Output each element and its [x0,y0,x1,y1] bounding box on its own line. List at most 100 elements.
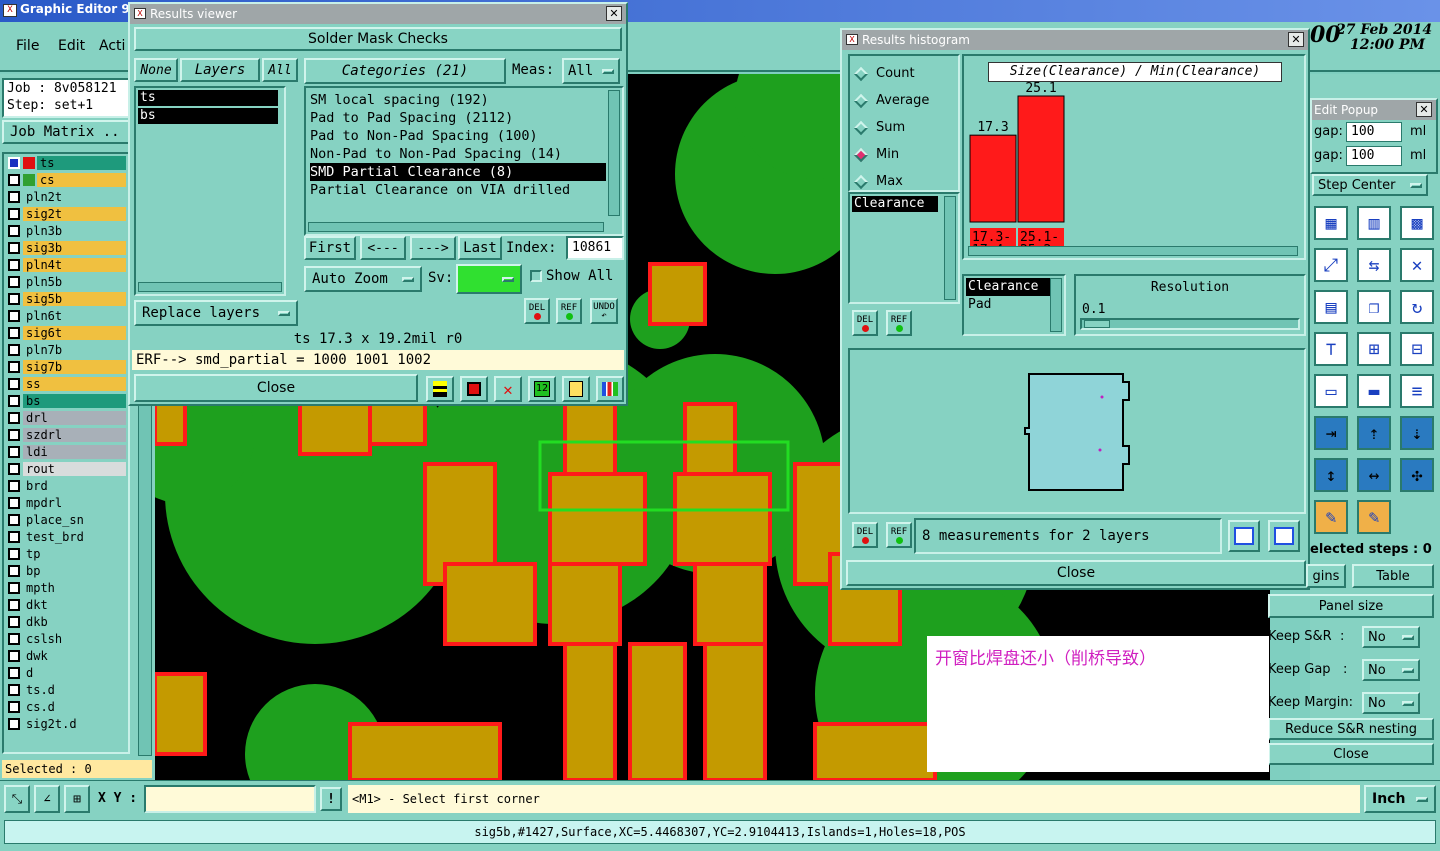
histogram-icon[interactable] [596,376,624,402]
align-right-icon[interactable]: ⇥ [1314,416,1348,450]
gap1-input[interactable]: 100 [1346,122,1402,142]
layer-checkbox[interactable] [8,412,20,424]
layer-row[interactable]: sig5b [8,292,126,306]
layer-row[interactable]: pln7b [8,343,126,357]
layer-item[interactable]: bs [138,108,278,124]
size-list-item[interactable]: Clearance [966,278,1050,296]
margins-button[interactable]: gins [1306,564,1346,588]
histogram-option[interactable]: Count [853,60,929,87]
results-viewer-close-button[interactable]: Close [134,374,418,402]
layer-checkbox[interactable] [8,684,20,696]
layer-row[interactable]: dkt [8,598,126,612]
results-viewer-titlebar[interactable]: X Results viewer ✕ [130,4,626,24]
size-list-item[interactable]: Pad [966,296,1050,314]
layer-checkbox[interactable] [8,616,20,628]
layer-row[interactable]: pln6t [8,309,126,323]
move-icon[interactable]: ⤢ [1314,248,1348,282]
layer-checkbox[interactable] [8,701,20,713]
layer-checkbox[interactable] [8,293,20,305]
none-button[interactable]: None [134,58,178,82]
close-icon[interactable]: ✕ [1288,32,1304,47]
layer-row[interactable]: drl [8,411,126,425]
index-input[interactable]: 10861 [566,236,624,260]
layer-checkbox[interactable] [8,599,20,611]
layer-row[interactable]: szdrl [8,428,126,442]
radio-icon[interactable] [853,174,869,189]
histogram-bar[interactable] [1017,95,1065,223]
size-list-vscroll[interactable] [1050,278,1062,332]
layers-button[interactable]: Layers [180,58,260,82]
distribute-icon[interactable]: ⊞ [1357,332,1391,366]
show-all-checkbox[interactable] [530,270,542,282]
layer-row[interactable]: ts [8,156,126,170]
category-item[interactable]: Pad to Pad Spacing (2112) [310,109,606,127]
erf-disabled-icon[interactable]: ✕ [494,376,522,402]
first-button[interactable]: First [304,236,356,260]
step-center-dropdown[interactable]: Step Center [1312,174,1428,196]
categories-button[interactable]: Categories (21) [304,58,506,84]
panel-size-button[interactable]: Panel size [1268,594,1434,618]
close-icon[interactable]: ✕ [1416,102,1432,117]
histogram-list-vscroll[interactable] [944,196,956,300]
unit-dropdown[interactable]: Inch [1364,785,1436,813]
layer-row[interactable]: mpth [8,581,126,595]
category-item[interactable]: SMD Partial Clearance (8) [310,163,606,181]
histogram-option[interactable]: Max [853,168,929,195]
layer-row[interactable]: pln5b [8,275,126,289]
layer-row[interactable]: d [8,666,126,680]
layer-row[interactable]: dwk [8,649,126,663]
layer-checkbox[interactable] [8,633,20,645]
distribute-alt-icon[interactable]: ⊟ [1400,332,1434,366]
mirror-icon[interactable]: ⇆ [1357,248,1391,282]
layer-row[interactable]: pln2t [8,190,126,204]
layer-checkbox[interactable] [8,378,20,390]
layer-row[interactable]: tp [8,547,126,561]
copy-icon[interactable]: ❐ [1357,290,1391,324]
hist-del2-button[interactable]: DEL [852,522,878,548]
histogram-option[interactable]: Average [853,87,929,114]
layer-row[interactable]: ss [8,377,126,391]
reduce-sr-button[interactable]: Reduce S&R nesting [1268,718,1434,740]
layer-checkbox[interactable] [8,361,20,373]
layer-checkbox[interactable] [8,174,20,186]
layer-item[interactable]: ts [138,90,278,106]
layer-checkbox[interactable] [8,565,20,577]
replace-layers-dropdown[interactable]: Replace layers [134,300,298,326]
row-alt-icon[interactable]: ▬ [1357,374,1391,408]
delete-icon[interactable]: ✕ [1400,248,1434,282]
sv-color-dropdown[interactable] [456,264,522,294]
layer-checkbox[interactable] [8,582,20,594]
histogram-option[interactable]: Min [853,141,929,168]
layer-checkbox[interactable] [8,463,20,475]
layer-checkbox[interactable] [8,242,20,254]
layer-checkbox[interactable] [8,446,20,458]
layer-row[interactable]: pln3b [8,224,126,238]
layer-checkbox[interactable] [8,480,20,492]
layer-row[interactable]: sig3b [8,241,126,255]
layer-checkbox[interactable] [8,514,20,526]
layer-checkbox[interactable] [8,497,20,509]
hist-del-button[interactable]: DEL [852,310,878,336]
layer-row[interactable]: dkb [8,615,126,629]
grid-icon[interactable]: ⊞ [64,785,90,813]
radio-icon[interactable] [853,66,869,81]
align-top-icon[interactable]: ⇡ [1357,416,1391,450]
layer-row[interactable]: bp [8,564,126,578]
layer-checkbox[interactable] [8,531,20,543]
close-icon[interactable]: ✕ [606,6,622,21]
stack-icon[interactable]: ≡ [1400,374,1434,408]
histogram-list-item[interactable]: Clearance [852,196,938,212]
chart-hscroll[interactable] [968,246,1298,256]
table-button[interactable]: Table [1352,564,1434,588]
layer-checkbox[interactable] [8,157,20,169]
category-item[interactable]: Partial Clearance on VIA drilled [310,181,606,199]
layout-icon[interactable]: ▦ [1314,206,1348,240]
grid-icon[interactable]: ▩ [1400,206,1434,240]
prev-button[interactable]: <--- [360,236,406,260]
keep-sr-dropdown[interactable]: No [1362,626,1420,648]
layer-row[interactable]: sig6t [8,326,126,340]
layer-row[interactable]: sig7b [8,360,126,374]
layer-row[interactable]: cs [8,173,126,187]
categories-vscroll[interactable] [608,90,620,216]
layer-row[interactable]: cslsh [8,632,126,646]
